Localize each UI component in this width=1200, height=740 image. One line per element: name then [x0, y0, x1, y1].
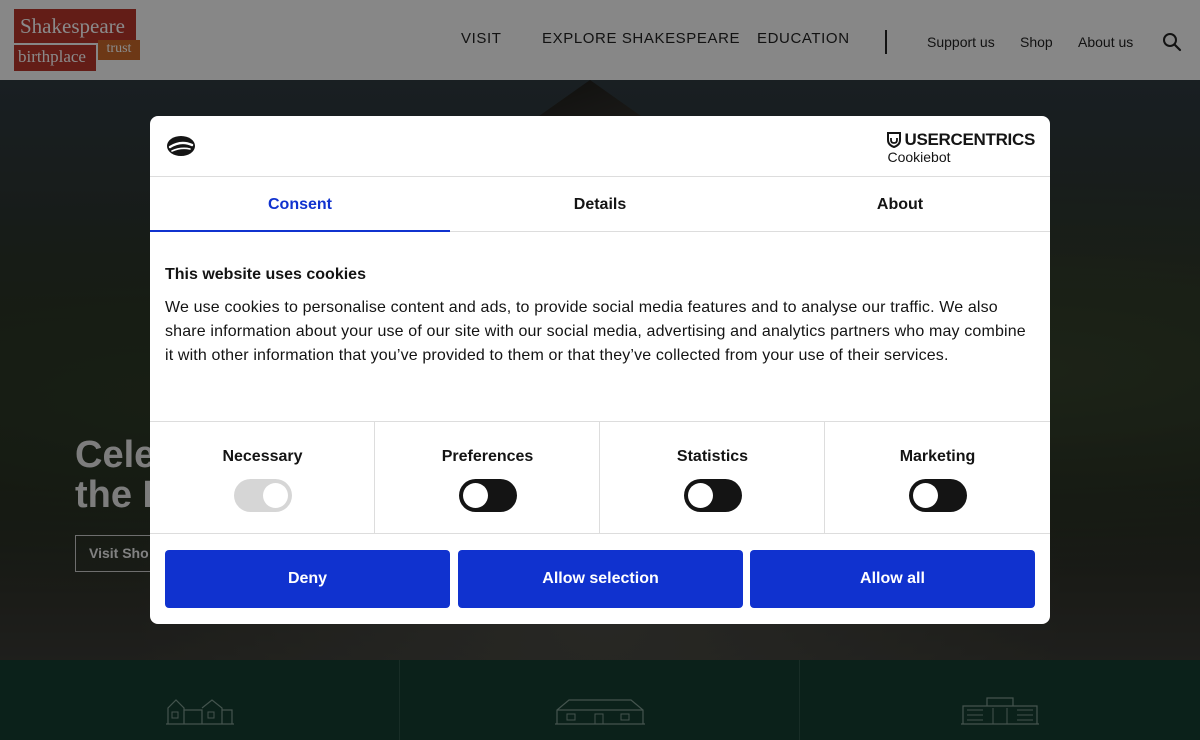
cookiebot-logo-icon [167, 136, 195, 156]
dialog-description: We use cookies to personalise content an… [165, 299, 1026, 364]
cookie-consent-dialog: USERCENTRICS Cookiebot Consent Details A… [150, 116, 1050, 624]
allow-selection-button[interactable]: Allow selection [458, 550, 743, 608]
statistics-toggle[interactable] [684, 479, 742, 512]
deny-button[interactable]: Deny [165, 550, 450, 608]
usercentrics-brand[interactable]: USERCENTRICS Cookiebot [887, 130, 1035, 165]
category-label: Preferences [441, 448, 534, 465]
toggle-knob [688, 483, 713, 508]
dialog-title: This website uses cookies [165, 266, 366, 283]
tab-details[interactable]: Details [450, 177, 750, 232]
preferences-toggle[interactable] [459, 479, 517, 512]
tab-consent[interactable]: Consent [150, 177, 450, 232]
dialog-tabs: Consent Details About [150, 177, 1050, 232]
allow-all-button[interactable]: Allow all [750, 550, 1035, 608]
usercentrics-wordmark: USERCENTRICS [887, 130, 1035, 150]
cookiebot-product-name: Cookiebot [887, 149, 951, 165]
category-label: Marketing [899, 448, 976, 465]
shield-icon [887, 132, 902, 148]
category-statistics: Statistics [600, 422, 825, 534]
usercentrics-name: USERCENTRICS [904, 130, 1035, 149]
toggle-knob [463, 483, 488, 508]
category-label: Necessary [222, 448, 303, 465]
necessary-toggle [234, 479, 292, 512]
category-necessary: Necessary [150, 422, 375, 534]
category-label: Statistics [676, 448, 749, 465]
category-marketing: Marketing [825, 422, 1050, 534]
category-preferences: Preferences [375, 422, 600, 534]
toggle-knob [913, 483, 938, 508]
toggle-knob [263, 483, 288, 508]
tab-about[interactable]: About [750, 177, 1050, 232]
marketing-toggle[interactable] [909, 479, 967, 512]
dialog-header: USERCENTRICS Cookiebot [150, 116, 1050, 177]
cookie-categories: Necessary Preferences Statistics Marketi… [150, 421, 1050, 534]
